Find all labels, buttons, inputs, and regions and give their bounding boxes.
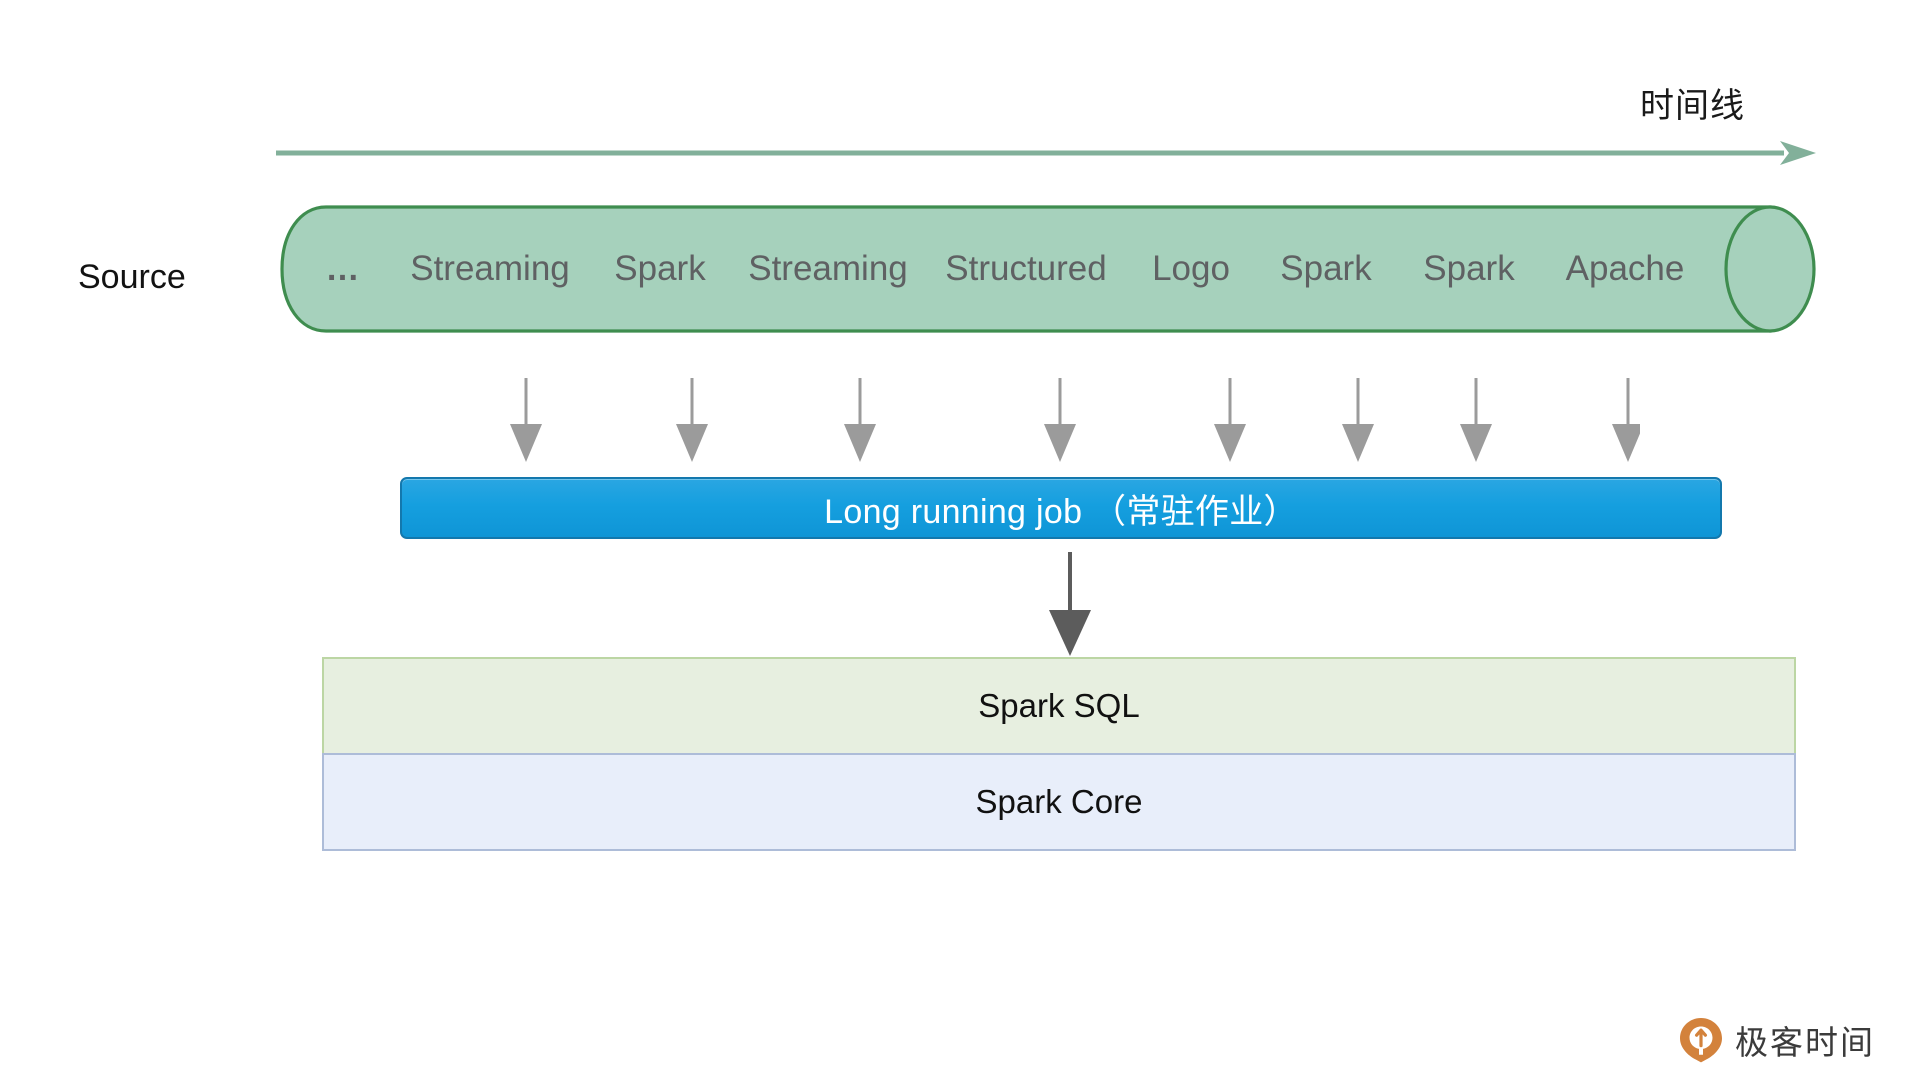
- stack-layer-label: Spark Core: [975, 783, 1143, 820]
- timeline-label: 时间线: [1640, 87, 1745, 125]
- down-arrow-icon: [1460, 378, 1492, 462]
- cylinder-item-ellipsis: …: [325, 249, 363, 288]
- cylinder-item-list: … Streaming Spark Streaming Structured L…: [280, 205, 1770, 333]
- timeline-arrow: [276, 140, 1820, 166]
- right-arrow-icon: [276, 141, 1816, 165]
- cylinder-item-streaming-2: Streaming: [748, 249, 908, 288]
- brand-logo: 极客时间: [1678, 1016, 1875, 1064]
- cylinder-item-spark-2: Spark: [1280, 249, 1372, 288]
- source-label: Source: [78, 258, 186, 296]
- cylinder-item-structured: Structured: [945, 249, 1107, 288]
- long-running-job-label: Long running job （常驻作业）: [824, 492, 1298, 531]
- source-cylinder: … Streaming Spark Streaming Structured L…: [280, 205, 1818, 333]
- stack-layer-spark-sql: Spark SQL: [322, 657, 1796, 755]
- stack-layer-label: Spark SQL: [978, 687, 1140, 724]
- down-arrow-icon: [1049, 552, 1091, 656]
- cylinder-item-spark-1: Spark: [614, 249, 706, 288]
- down-arrow-icon: [510, 378, 542, 462]
- down-arrow-icon: [1044, 378, 1076, 462]
- cylinder-item-apache: Apache: [1565, 249, 1685, 288]
- stack-layer-spark-core: Spark Core: [322, 753, 1796, 851]
- down-arrow-icon: [1612, 378, 1644, 462]
- cylinder-item-spark-3: Spark: [1423, 249, 1515, 288]
- cylinder-item-logo: Logo: [1152, 249, 1230, 288]
- down-arrow-icon: [844, 378, 876, 462]
- cylinder-item-streaming-1: Streaming: [410, 249, 570, 288]
- diagram-canvas: 时间线 Source … Streaming Spark Streaming S…: [0, 0, 1920, 1091]
- down-arrow-icon: [1214, 378, 1246, 462]
- down-arrow-icon: [676, 378, 708, 462]
- job-to-stack-arrow: [1025, 552, 1115, 662]
- down-arrow-icon: [1342, 378, 1374, 462]
- long-running-job-bar: Long running job （常驻作业）: [400, 477, 1722, 539]
- geektime-pin-logo-icon: [1680, 1018, 1722, 1063]
- feed-arrows-group: [480, 378, 1644, 468]
- spark-stack: Spark SQL Spark Core: [322, 657, 1796, 851]
- brand-name: 极客时间: [1735, 1024, 1875, 1061]
